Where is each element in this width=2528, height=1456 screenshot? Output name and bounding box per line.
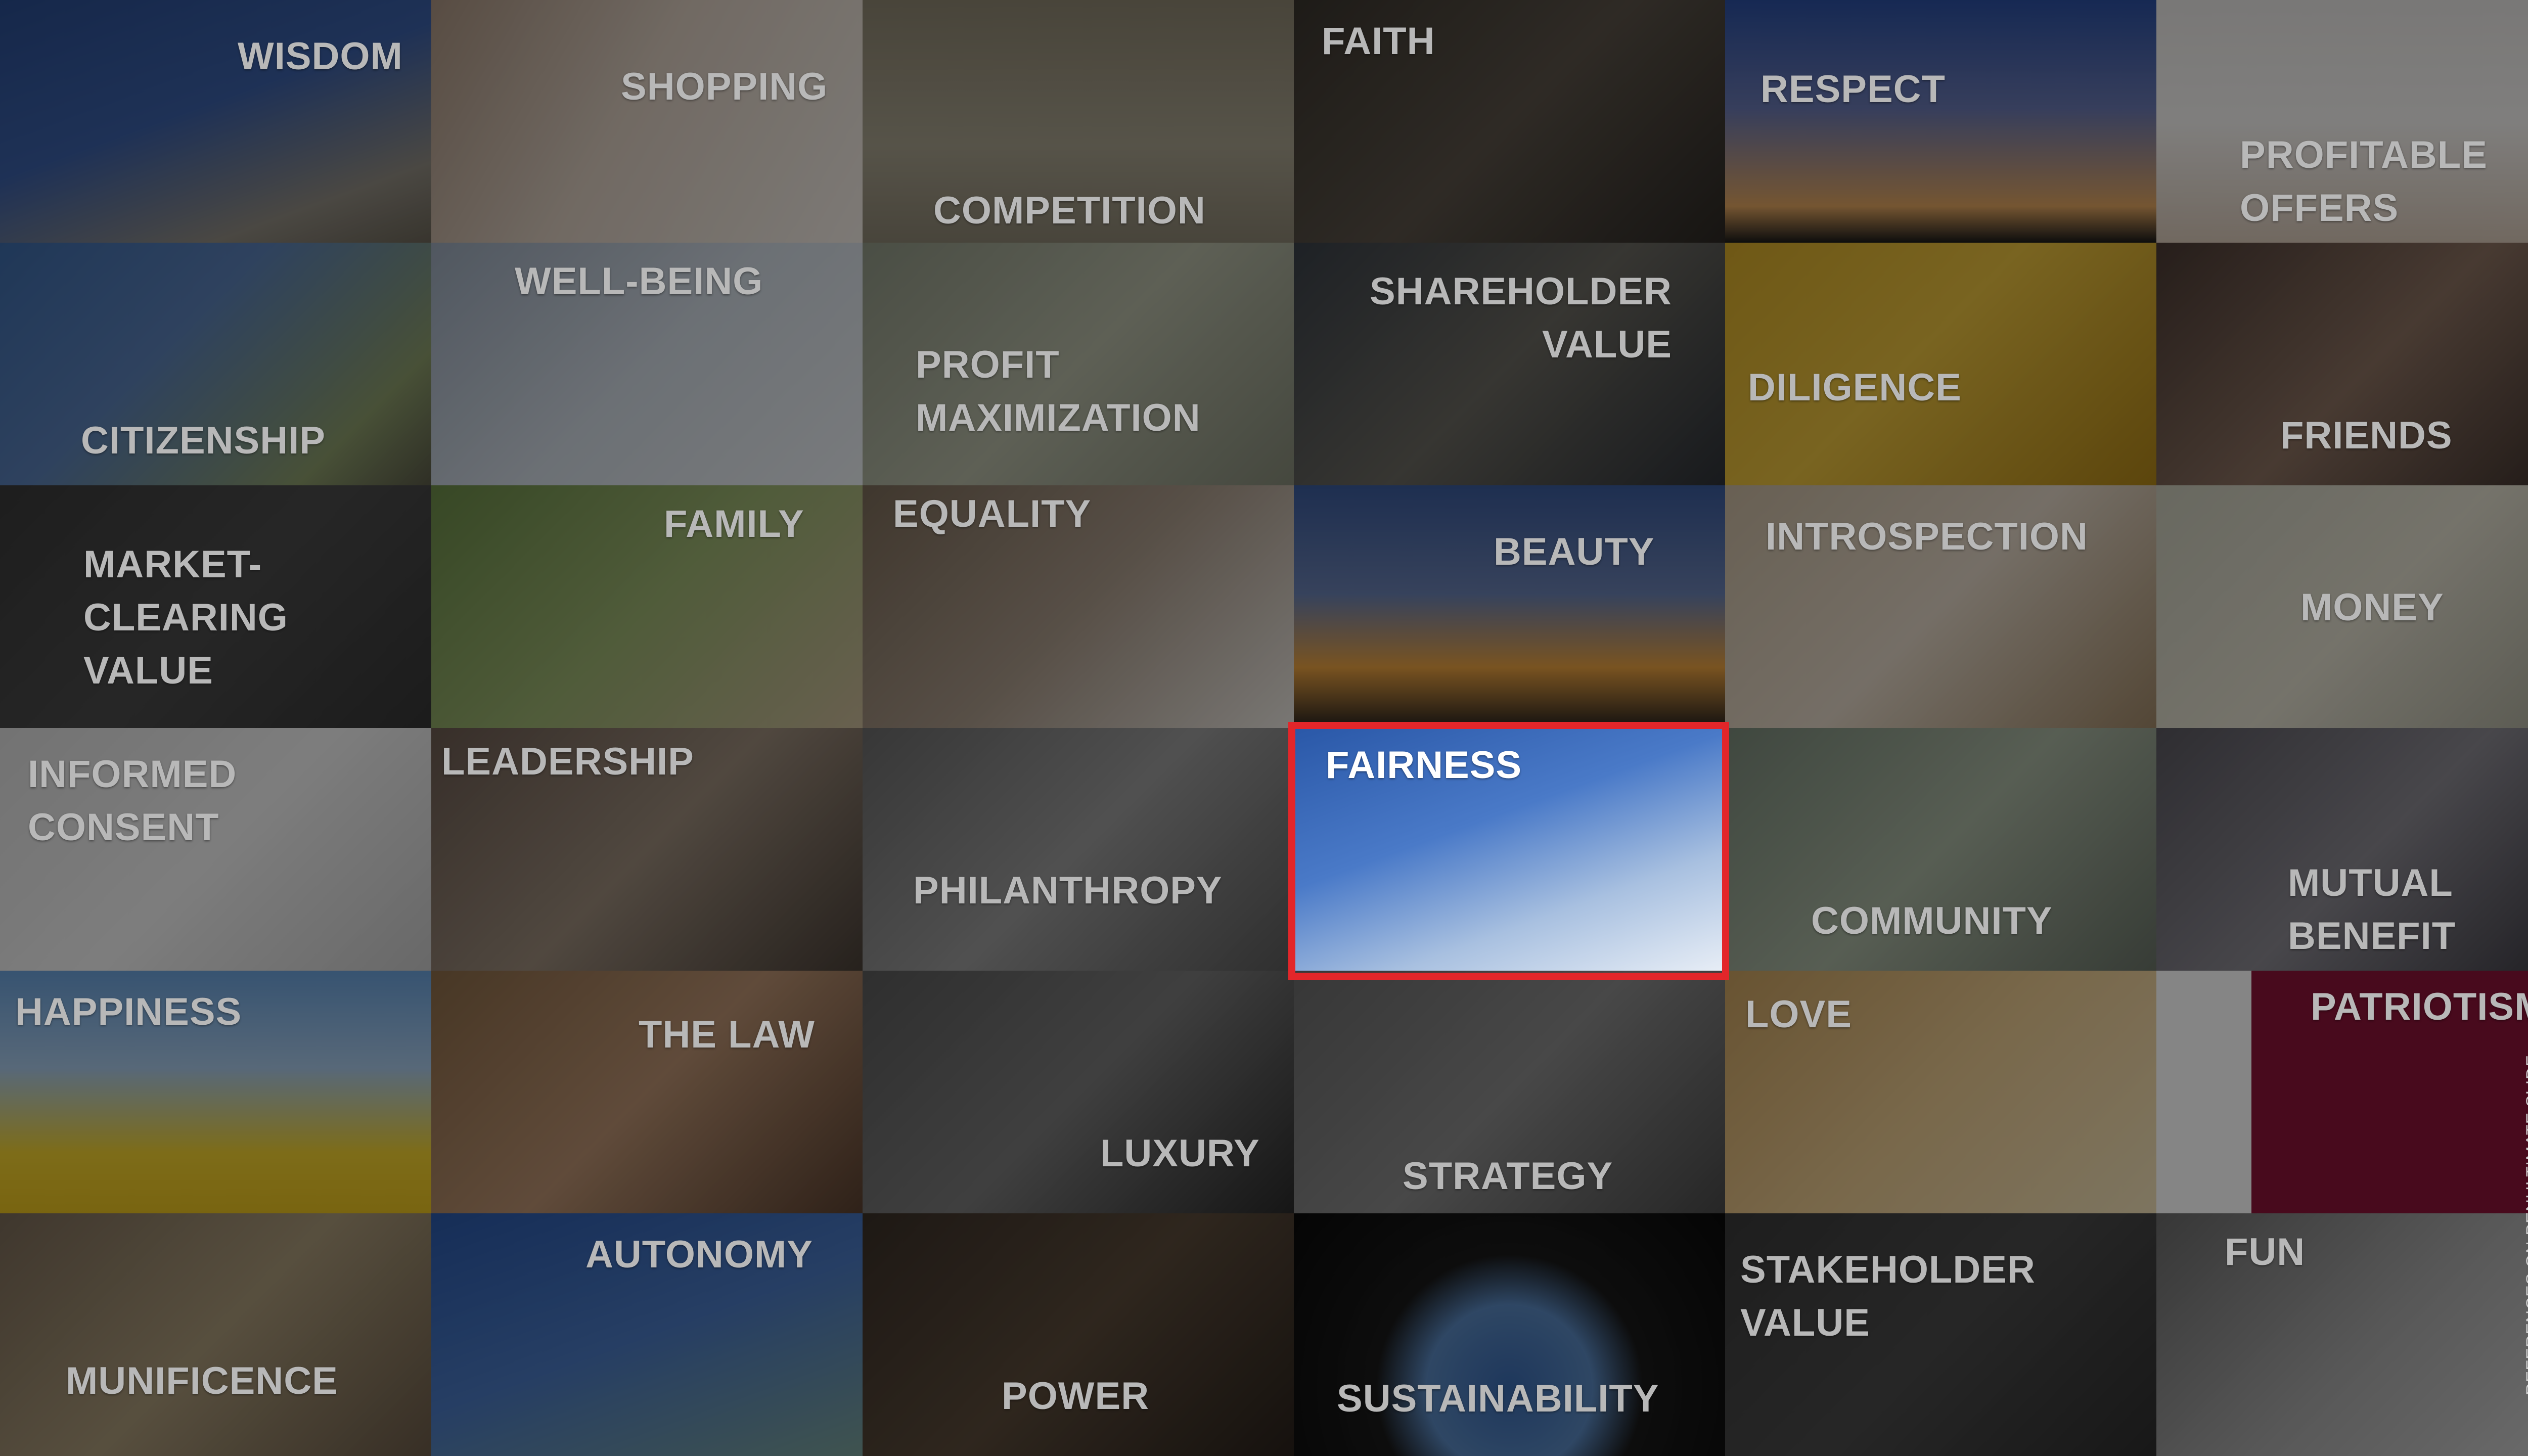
tile-label: SHOPPING: [621, 65, 828, 108]
tile-introspection: INTROSPECTION: [1725, 485, 2156, 728]
tile-informed-consent: INFORMED CONSENT: [0, 728, 431, 971]
tile-label: FRIENDS: [2280, 414, 2453, 457]
tile-label: MARKET- CLEARING VALUE: [83, 543, 288, 692]
tile-label: LUXURY: [1100, 1132, 1260, 1175]
tile-label: FAIRNESS: [1326, 744, 1522, 787]
tile-dim-overlay: [0, 1213, 431, 1456]
tile-label: DILIGENCE: [1748, 366, 1962, 409]
tile-label: LOVE: [1745, 993, 1852, 1036]
tile-citizenship: CITIZENSHIP: [0, 243, 431, 485]
tile-power: POWER: [863, 1213, 1294, 1456]
tile-label: PHILANTHROPY: [913, 869, 1223, 912]
tile-label: MUTUAL BENEFIT: [2288, 861, 2456, 958]
tile-dim-overlay: [2156, 1213, 2528, 1456]
concept-image-grid: WISDOM SHOPPING COMPETITION FAITH RESPECT PRO…: [0, 0, 2528, 1456]
tile-shareholder-value: SHAREHOLDER VALUE: [1294, 243, 1725, 485]
tile-label: INFORMED CONSENT: [28, 753, 237, 849]
tile-label: STRATEGY: [1403, 1155, 1613, 1198]
tile-label: HAPPINESS: [15, 990, 242, 1033]
tile-label: POWER: [1002, 1375, 1150, 1418]
tile-happiness: HAPPINESS: [0, 971, 431, 1213]
tile-label: COMPETITION: [933, 189, 1206, 232]
tile-dim-overlay: [1725, 0, 2156, 243]
tile-profitable-offers: PROFITABLE OFFERS: [2156, 0, 2528, 243]
tile-label: SHAREHOLDER VALUE: [1370, 270, 1672, 366]
tile-equality: EQUALITY: [863, 485, 1294, 728]
tile-munificence: MUNIFICENCE: [0, 1213, 431, 1456]
tile-label: WELL-BEING: [515, 260, 763, 303]
tile-label: WISDOM: [238, 35, 403, 78]
tile-dim-overlay: [863, 728, 1294, 971]
tile-money: MONEY: [2156, 485, 2528, 728]
tile-label: SUSTAINABILITY: [1337, 1377, 1659, 1420]
tile-label: FUN: [2225, 1231, 2306, 1273]
tile-the-law: THE LAW: [431, 971, 863, 1213]
tile-faith: FAITH: [1294, 0, 1725, 243]
tile-respect: RESPECT: [1725, 0, 2156, 243]
tile-sustainability: SUSTAINABILITY: [1294, 1213, 1725, 1456]
tile-fun: FUN: [2156, 1213, 2528, 1456]
tile-label: LEADERSHIP: [441, 740, 694, 783]
tile-label: PATRIOTISM: [2311, 985, 2528, 1028]
tile-patriotism: PATRIOTISM: [2156, 971, 2528, 1213]
tile-diligence: DILIGENCE: [1725, 243, 2156, 485]
tile-stakeholder-value: STAKEHOLDER VALUE: [1725, 1213, 2156, 1456]
tile-label: FAMILY: [664, 503, 804, 545]
tile-friends: FRIENDS: [2156, 243, 2528, 485]
tile-dim-overlay: [431, 0, 863, 243]
tile-label: MUNIFICENCE: [66, 1359, 338, 1402]
tile-label: AUTONOMY: [585, 1233, 813, 1276]
tile-label: PROFIT MAXIMIZATION: [916, 343, 1201, 439]
tile-dim-overlay: [1294, 485, 1725, 728]
tile-leadership: LEADERSHIP: [431, 728, 863, 971]
tile-market-clearing-value: MARKET- CLEARING VALUE: [0, 485, 431, 728]
tile-competition: COMPETITION: [863, 0, 1294, 243]
tile-profit-maximization: PROFIT MAXIMIZATION: [863, 243, 1294, 485]
tile-well-being: WELL-BEING: [431, 243, 863, 485]
tile-philanthropy: PHILANTHROPY: [863, 728, 1294, 971]
tile-label: THE LAW: [639, 1013, 815, 1056]
tile-love: LOVE: [1725, 971, 2156, 1213]
tile-dim-overlay: [431, 971, 863, 1213]
tile-label: EQUALITY: [893, 492, 1092, 535]
tile-fairness: FAIRNESS: [1295, 729, 1722, 973]
tile-label: RESPECT: [1760, 68, 1946, 111]
tile-wisdom: WISDOM: [0, 0, 431, 243]
tile-shopping: SHOPPING: [431, 0, 863, 243]
tile-family: FAMILY: [431, 485, 863, 728]
tile-label: STAKEHOLDER VALUE: [1740, 1248, 2036, 1344]
tile-label: BEAUTY: [1494, 530, 1655, 573]
tile-label: PROFITABLE OFFERS: [2240, 133, 2488, 230]
tile-strategy: STRATEGY: [1294, 971, 1725, 1213]
tile-beauty: BEAUTY: [1294, 485, 1725, 728]
tile-community: COMMUNITY: [1725, 728, 2156, 971]
tile-autonomy: AUTONOMY: [431, 1213, 863, 1456]
tile-mutual-benefit: MUTUAL BENEFIT: [2156, 728, 2528, 971]
tile-luxury: LUXURY: [863, 971, 1294, 1213]
tile-label: INTROSPECTION: [1766, 515, 2088, 558]
references-note: REFERENCES ON PENULTIMATE SLIDE: [2523, 1055, 2528, 1395]
tile-label: MONEY: [2300, 586, 2444, 629]
tile-label: FAITH: [1322, 20, 1435, 63]
tile-label: COMMUNITY: [1811, 899, 2053, 942]
tile-label: CITIZENSHIP: [81, 419, 326, 462]
